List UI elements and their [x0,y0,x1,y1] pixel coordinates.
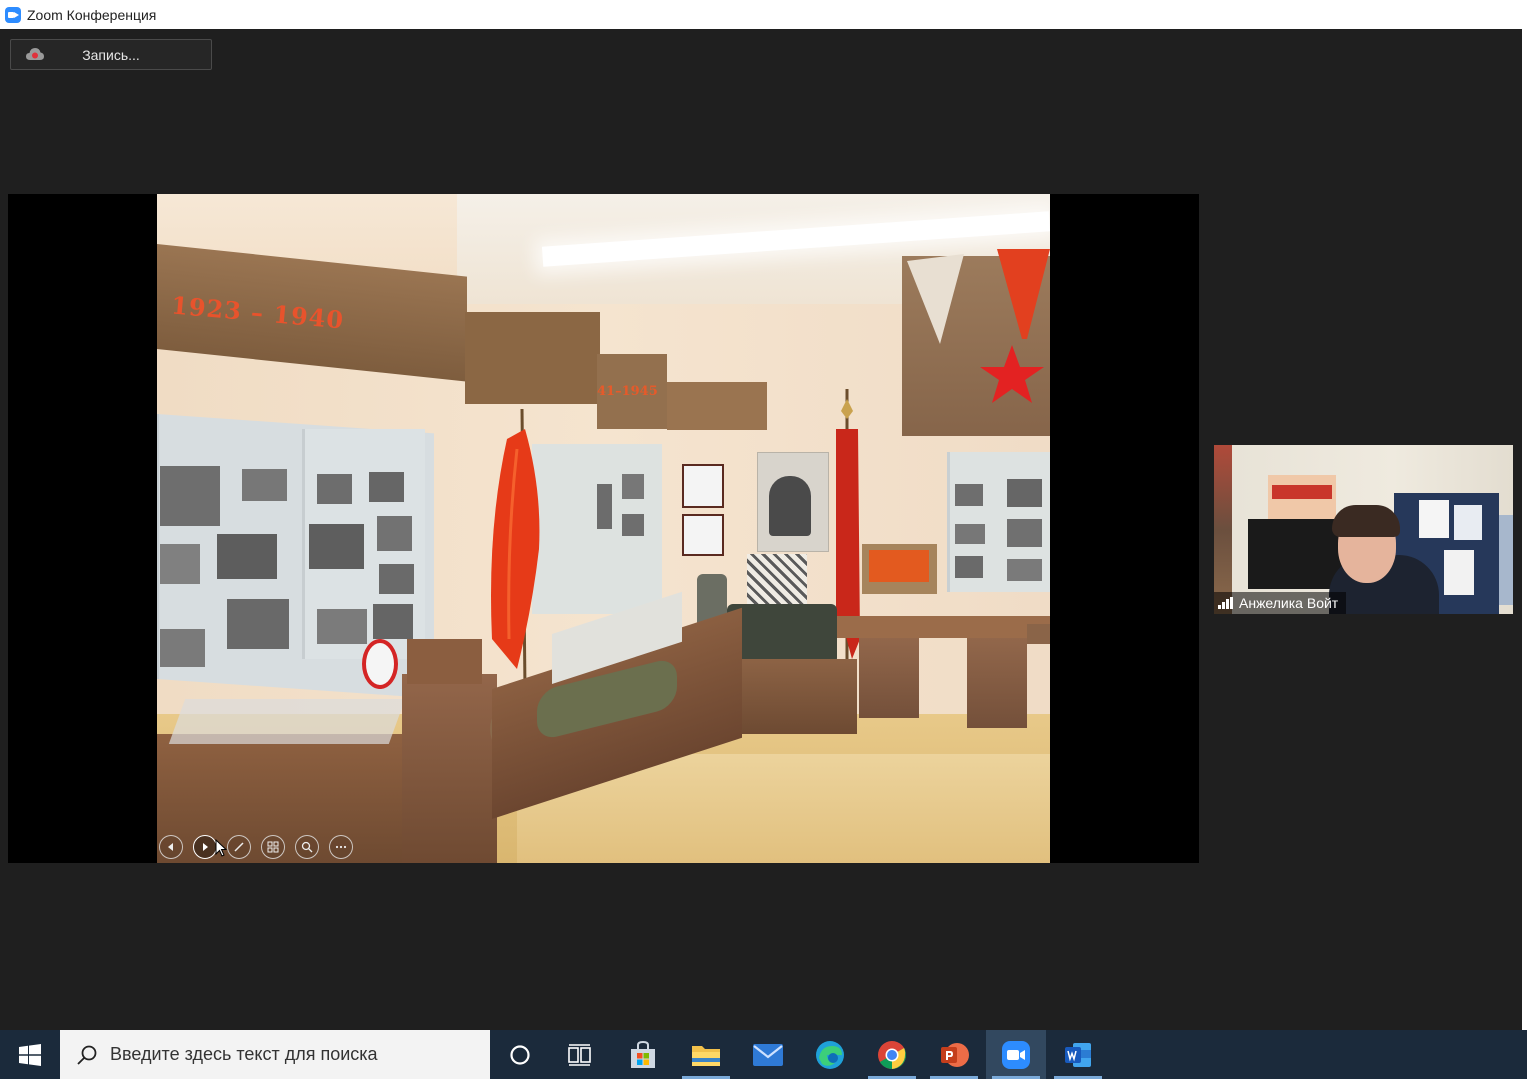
cortana-button[interactable] [490,1030,550,1079]
file-explorer-button[interactable] [676,1030,736,1079]
pen-tool-button[interactable] [227,835,251,859]
store-bag-icon [631,1040,655,1068]
title-bar: Zoom Конференция [0,0,1527,29]
edge-logo-icon [816,1040,844,1069]
chrome-browser-button[interactable] [862,1030,922,1079]
pen-icon [234,842,244,852]
zoom-logo-icon [1002,1040,1030,1069]
ellipsis-icon [335,845,347,849]
windows-logo-icon [19,1043,41,1066]
grid-icon [267,841,279,853]
participant-name-bar: Анжелика Войт [1214,592,1347,614]
shared-screen: 1923 – 1940 41–1945 [8,194,1199,863]
see-all-slides-button[interactable] [261,835,285,859]
windows-taskbar: Введите здесь текст для поиска [0,1030,1527,1079]
recording-indicator[interactable]: Запись... [10,39,212,70]
participant-name: Анжелика Войт [1239,595,1339,611]
more-options-button[interactable] [329,835,353,859]
microsoft-store-button[interactable] [613,1030,673,1079]
powerpoint-logo-icon [941,1042,969,1067]
mail-envelope-icon [753,1043,783,1066]
cortana-icon [510,1044,530,1065]
search-placeholder: Введите здесь текст для поиска [110,1044,378,1064]
participant-video-tile[interactable]: Анжелика Войт [1214,445,1513,614]
start-button[interactable] [0,1030,60,1079]
previous-slide-button[interactable] [159,835,183,859]
edge-browser-button[interactable] [800,1030,860,1079]
taskbar-search-box[interactable]: Введите здесь текст для поиска [60,1030,490,1079]
zoom-slide-button[interactable] [295,835,319,859]
meeting-area: Запись... 1923 – 1940 41–1945 Анжелика В… [0,29,1522,1030]
word-button[interactable] [1048,1030,1108,1079]
signal-strength-icon [1218,597,1233,609]
folder-icon [692,1045,720,1066]
presentation-slide-photo: 1923 – 1940 41–1945 [157,194,1050,863]
mouse-cursor-icon [215,839,227,857]
zoom-app-icon [5,6,21,23]
magnifier-icon [301,841,313,853]
mail-button[interactable] [738,1030,798,1079]
arrow-right-icon [203,843,208,851]
next-slide-button[interactable] [193,835,217,859]
search-icon [77,1045,97,1065]
word-logo-icon [1065,1042,1091,1067]
pennants-and-star [907,249,1050,403]
window-title: Zoom Конференция [27,6,157,23]
slideshow-controls [159,835,353,859]
wall-text-years-2: 41–1945 [597,384,658,399]
recording-label: Запись... [82,47,140,63]
zoom-button[interactable] [986,1030,1046,1079]
powerpoint-button[interactable] [924,1030,984,1079]
arrow-left-icon [168,843,173,851]
chrome-logo-icon [878,1040,906,1069]
task-view-button[interactable] [550,1030,610,1079]
task-view-icon [568,1043,591,1066]
window-edge [1522,29,1527,1030]
